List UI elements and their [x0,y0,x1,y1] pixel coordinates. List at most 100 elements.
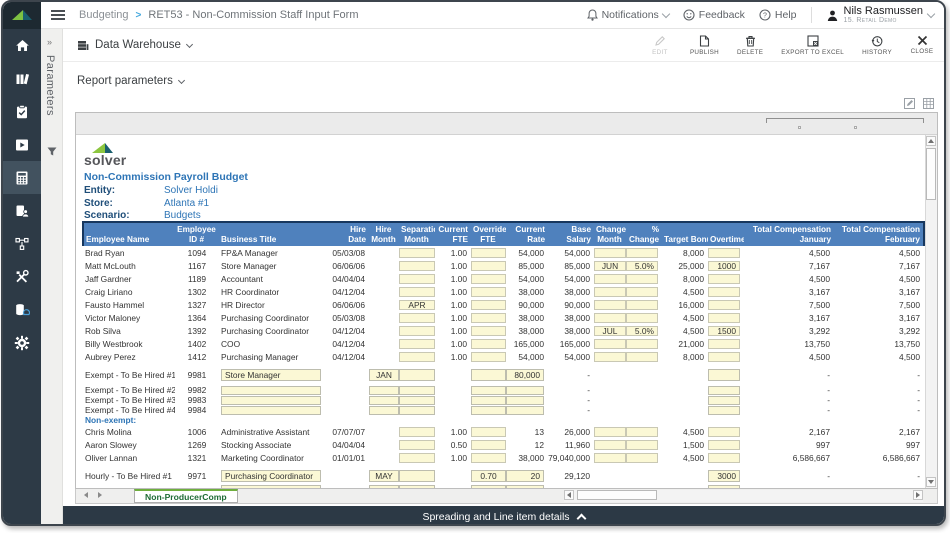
cell-pct_change[interactable] [626,438,662,451]
cell-ovr_fte[interactable] [471,451,506,464]
cell-hire_month[interactable]: MAY [369,468,399,483]
filter-icon[interactable] [47,147,57,156]
horizontal-scrollbar[interactable] [564,490,923,502]
cell-sep_month[interactable] [399,451,435,464]
cell-pct_change[interactable] [626,451,662,464]
cell-chg_month[interactable]: JUN [594,259,626,272]
sidebar-item-assignments[interactable] [3,194,41,227]
scroll-right-button[interactable] [913,490,923,500]
expand-panel-icon[interactable]: » [47,37,52,47]
cell-sep_month[interactable] [399,285,435,298]
cell-overtime[interactable] [708,425,744,438]
cell-ovr_fte[interactable]: 0.70 [471,468,506,483]
cell-ovr_fte[interactable] [471,367,506,382]
cell-pct_change[interactable]: 5.0% [626,324,662,337]
app-logo[interactable] [3,2,41,29]
cell-cur_rate[interactable]: 20 [506,468,548,483]
cell-cur_rate[interactable] [506,405,548,415]
cell-ovr_fte[interactable] [471,272,506,285]
cell-pct_change[interactable]: 5.0% [626,259,662,272]
cell-pct_change[interactable] [626,298,662,311]
cell-title[interactable] [219,405,321,415]
cell-ovr_fte[interactable] [471,385,506,395]
cell-sep_month[interactable] [399,367,435,382]
sidebar-item-tools[interactable] [3,260,41,293]
user-menu[interactable]: Nils Rasmussen 15. Retail Demo [826,6,934,24]
cell-chg_month[interactable] [594,425,626,438]
cell-hire_month[interactable] [369,483,399,488]
cell-overtime[interactable] [708,285,744,298]
cell-chg_month[interactable] [594,350,626,363]
data-source-dropdown[interactable]: Data Warehouse [77,39,192,51]
cell-sep_month[interactable] [399,468,435,483]
cell-ovr_fte[interactable] [471,337,506,350]
cell-title[interactable] [219,483,321,488]
cell-overtime[interactable]: 3000 [708,468,744,483]
delete-button[interactable]: DELETE [737,35,763,56]
horizontal-scroll-thumb[interactable] [577,490,657,500]
cell-pct_change[interactable] [626,425,662,438]
cell-overtime[interactable] [708,451,744,464]
cell-cur_rate[interactable]: 80,000 [506,367,548,382]
cell-pct_change[interactable] [626,285,662,298]
cell-sep_month[interactable] [399,425,435,438]
menu-icon[interactable] [51,8,65,22]
cell-cur_rate[interactable] [506,395,548,405]
cell-ovr_fte[interactable] [471,324,506,337]
vertical-scroll-thumb[interactable] [926,148,936,200]
cell-sep_month[interactable] [399,246,435,259]
column-outline-strip[interactable] [76,113,937,135]
breadcrumb-section[interactable]: Budgeting [79,9,129,21]
cell-sep_month[interactable] [399,337,435,350]
cell-sep_month[interactable] [399,483,435,488]
cell-chg_month[interactable] [594,451,626,464]
cell-ovr_fte[interactable] [471,246,506,259]
cell-ovr_fte[interactable] [471,438,506,451]
cell-sep_month[interactable] [399,324,435,337]
cell-overtime[interactable] [708,272,744,285]
cell-hire_month[interactable] [369,385,399,395]
sidebar-item-data-warehouse[interactable] [3,293,41,326]
edit-button[interactable]: EDIT [648,35,672,56]
cell-pct_change[interactable] [626,272,662,285]
cell-overtime[interactable] [708,405,744,415]
cell-pct_change[interactable] [626,246,662,259]
cell-pct_change[interactable] [626,337,662,350]
sidebar-item-settings[interactable] [3,326,41,359]
cell-overtime[interactable] [708,337,744,350]
cell-title[interactable]: Purchasing Coordinator [219,468,321,483]
sidebar-item-budget-input[interactable] [3,161,41,194]
cell-chg_month[interactable] [594,311,626,324]
edit-report-icon[interactable] [904,98,915,109]
report-parameters-dropdown[interactable]: Report parameters [77,75,184,87]
cell-overtime[interactable] [708,311,744,324]
feedback-button[interactable]: Feedback [683,9,745,21]
cell-pct_change[interactable] [626,350,662,363]
vertical-scrollbar[interactable] [925,135,937,488]
cell-ovr_fte[interactable] [471,395,506,405]
sheet-tab[interactable]: Non-ProducerComp [134,489,238,503]
grid-view-icon[interactable] [923,98,934,109]
cell-sep_month[interactable] [399,272,435,285]
cell-chg_month[interactable] [594,246,626,259]
cell-chg_month[interactable] [594,337,626,350]
cell-overtime[interactable] [708,367,744,382]
publish-button[interactable]: PUBLISH [690,35,719,56]
scroll-left-button[interactable] [564,490,574,500]
cell-sep_month[interactable] [399,395,435,405]
cell-sep_month[interactable]: APR [399,298,435,311]
cell-ovr_fte[interactable] [471,405,506,415]
cell-sep_month[interactable] [399,385,435,395]
cell-chg_month[interactable] [594,272,626,285]
cell-hire_month[interactable] [369,405,399,415]
cell-ovr_fte[interactable] [471,350,506,363]
cell-title[interactable]: Store Manager [219,367,321,382]
history-button[interactable]: HISTORY [862,35,892,56]
spreading-details-toggle[interactable]: Spreading and Line item details [63,506,944,526]
sidebar-item-workflow[interactable] [3,227,41,260]
help-button[interactable]: ? Help [759,9,797,21]
cell-overtime[interactable] [708,483,744,488]
cell-sep_month[interactable] [399,311,435,324]
scroll-up-button[interactable] [926,136,936,146]
sidebar-item-library[interactable] [3,62,41,95]
